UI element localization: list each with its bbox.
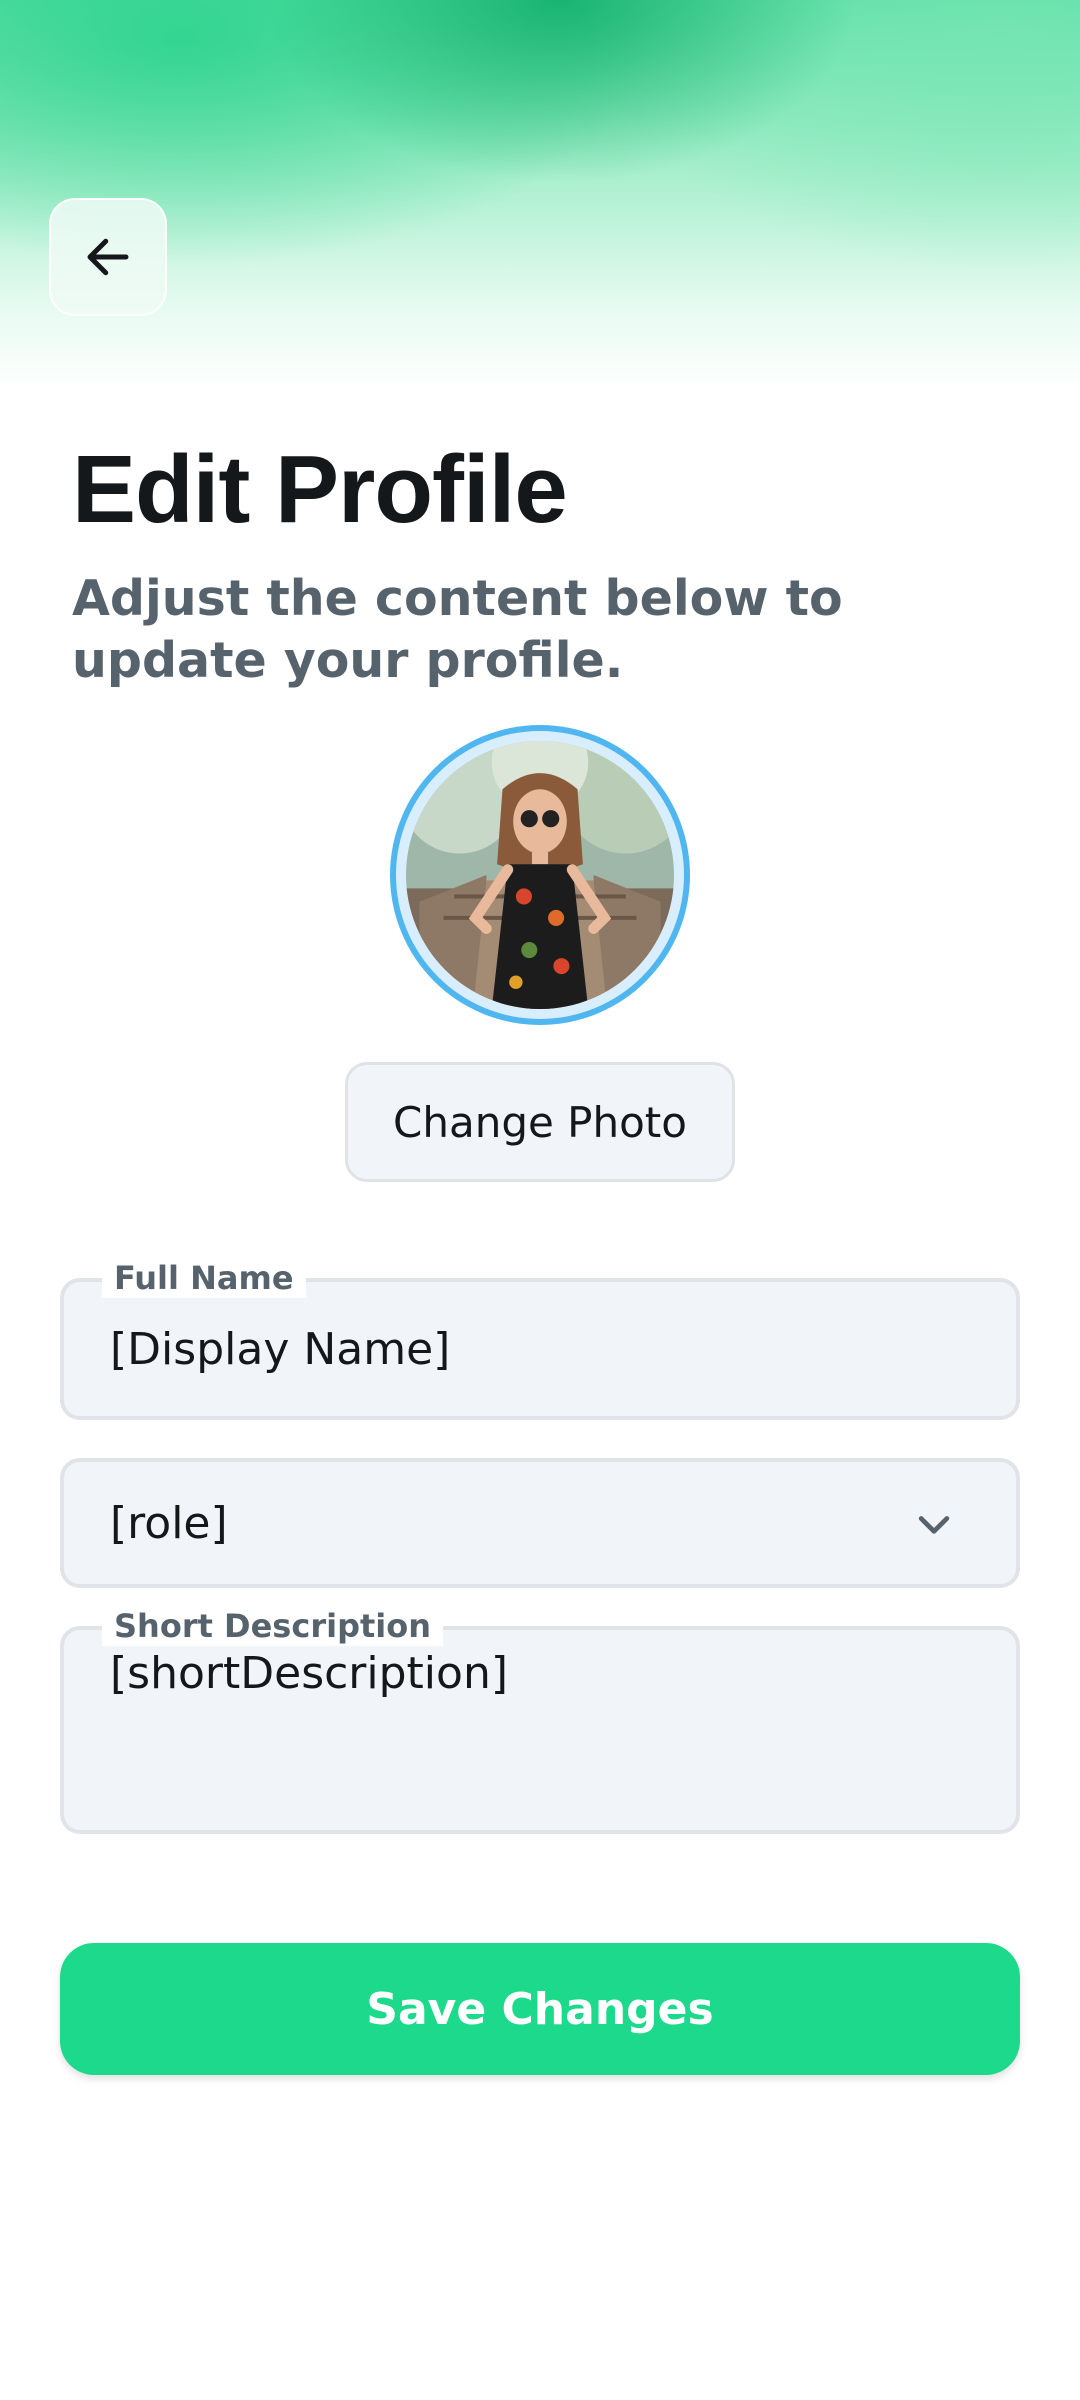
- full-name-field[interactable]: Full Name [Display Name]: [60, 1258, 1020, 1420]
- role-value: [role]: [110, 1498, 228, 1549]
- header-gradient-background: [0, 0, 1080, 390]
- avatar-ring: [390, 725, 690, 1025]
- back-button[interactable]: [49, 198, 167, 316]
- arrow-left-icon: [87, 238, 129, 276]
- short-description-value: [shortDescription]: [110, 1648, 508, 1699]
- page-subtitle: Adjust the content below to update your …: [72, 570, 843, 689]
- avatar[interactable]: [406, 741, 674, 1009]
- short-description-field[interactable]: Short Description [shortDescription]: [60, 1606, 1020, 1834]
- change-photo-button[interactable]: Change Photo: [345, 1062, 735, 1182]
- page-title: Edit Profile: [72, 436, 568, 543]
- role-dropdown[interactable]: [role]: [60, 1458, 1020, 1588]
- full-name-value: [Display Name]: [110, 1324, 451, 1375]
- chevron-down-icon: [918, 1516, 950, 1534]
- edit-profile-screen: Edit Profile Adjust the content below to…: [0, 0, 1080, 2400]
- full-name-label: Full Name: [102, 1258, 306, 1298]
- short-description-label: Short Description: [102, 1606, 443, 1646]
- profile-photo: [406, 741, 674, 1009]
- save-changes-button[interactable]: Save Changes: [60, 1943, 1020, 2075]
